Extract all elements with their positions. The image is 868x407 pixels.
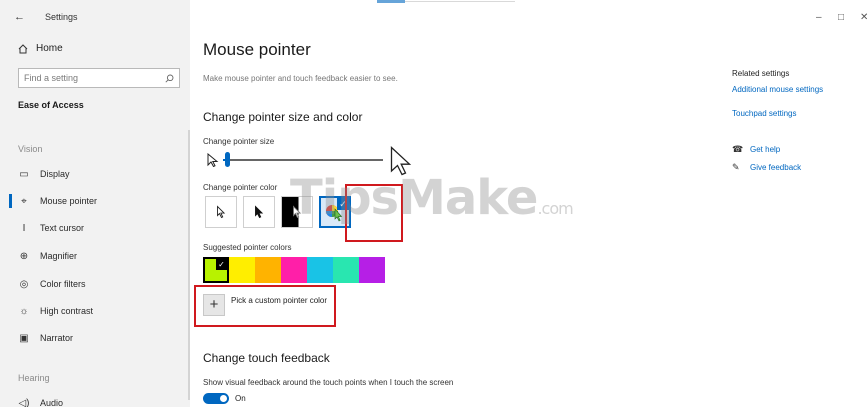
slider-track (223, 159, 383, 161)
section-heading-touch: Change touch feedback (203, 351, 330, 365)
sidebar-item-label: Narrator (40, 333, 74, 343)
high-contrast-icon: ☼ (19, 305, 29, 317)
touch-feedback-description: Show visual feedback around the touch po… (203, 378, 454, 387)
link-additional-mouse-settings[interactable]: Additional mouse settings (732, 85, 823, 94)
pointer-color-white[interactable] (205, 196, 237, 228)
watermark-brand: TipsMake (290, 170, 538, 226)
back-arrow-icon[interactable]: ← (14, 11, 25, 23)
sidebar-item-audio[interactable]: ◁) Audio (18, 395, 63, 407)
touch-feedback-toggle-row: On (203, 393, 246, 404)
sidebar-item-label: Mouse pointer (40, 196, 98, 206)
sidebar-item-home[interactable]: Home (18, 43, 63, 54)
color-swatch[interactable] (229, 257, 255, 283)
sidebar-item-high-contrast[interactable]: ☼ High contrast (18, 303, 93, 319)
small-pointer-icon (207, 153, 219, 167)
window-title: Settings (45, 12, 78, 22)
toggle-knob (220, 395, 227, 402)
suggested-color-swatches: ✓ (203, 257, 385, 283)
pointer-color-black[interactable] (243, 196, 275, 228)
top-accent-bar (377, 0, 405, 3)
white-pointer-icon (217, 205, 226, 219)
color-swatch[interactable] (359, 257, 385, 283)
black-pointer-icon (255, 205, 264, 219)
title-bar: ← Settings (14, 9, 78, 25)
magnifier-icon: ⊕ (19, 250, 29, 262)
related-settings-title: Related settings (732, 69, 790, 78)
sidebar-item-label: Color filters (40, 279, 86, 289)
section-heading-size-color: Change pointer size and color (203, 110, 363, 124)
sidebar-item-narrator[interactable]: ▣ Narrator (18, 330, 73, 346)
page-title: Mouse pointer (203, 40, 311, 59)
sidebar-item-color-filters[interactable]: ◎ Color filters (18, 276, 86, 292)
minimize-button[interactable]: – (816, 12, 822, 23)
narrator-icon: ▣ (19, 332, 29, 344)
sidebar-item-display[interactable]: ▭ Display (18, 166, 70, 182)
sidebar-item-mouse-pointer[interactable]: ⌖ Mouse pointer (8, 193, 98, 209)
get-help-link[interactable]: ☎ Get help (732, 144, 780, 155)
panel-divider (188, 130, 190, 400)
sidebar-item-magnifier[interactable]: ⊕ Magnifier (18, 248, 77, 264)
color-swatch[interactable] (281, 257, 307, 283)
give-feedback-label: Give feedback (750, 163, 802, 172)
feedback-icon: ✎ (732, 162, 740, 172)
pointer-size-slider[interactable] (207, 152, 387, 168)
sidebar-item-label: Audio (40, 398, 64, 407)
search-icon (165, 74, 174, 83)
color-filters-icon: ◎ (19, 278, 29, 290)
color-swatch[interactable] (307, 257, 333, 283)
suggested-colors-label: Suggested pointer colors (203, 243, 292, 252)
give-feedback-link[interactable]: ✎ Give feedback (732, 162, 801, 173)
watermark-suffix: .com (537, 199, 573, 218)
search-placeholder: Find a setting (24, 73, 79, 83)
section-title: Ease of Access (18, 100, 84, 110)
color-swatch[interactable] (255, 257, 281, 283)
sidebar-item-label: Magnifier (40, 251, 78, 261)
sidebar-item-label: Display (40, 169, 70, 179)
home-icon (18, 43, 28, 53)
top-divider (405, 1, 515, 2)
sidebar-item-label: Home (36, 43, 63, 54)
slider-thumb[interactable] (225, 152, 230, 167)
selected-check-icon: ✓ (216, 259, 227, 270)
mouse-pointer-icon: ⌖ (21, 195, 27, 207)
link-touchpad-settings[interactable]: Touchpad settings (732, 109, 797, 118)
sidebar-item-label: High contrast (40, 306, 94, 316)
pointer-color-label: Change pointer color (203, 183, 278, 192)
get-help-label: Get help (750, 145, 781, 154)
color-swatch[interactable] (333, 257, 359, 283)
touch-feedback-toggle[interactable] (203, 393, 229, 404)
text-cursor-icon: I (22, 222, 26, 234)
audio-icon: ◁) (18, 397, 30, 407)
toggle-state-label: On (235, 394, 246, 403)
highlight-box-pick-color (194, 285, 336, 327)
watermark-logo: TipsMake.com (290, 170, 574, 226)
search-input[interactable]: Find a setting (18, 68, 180, 88)
group-label-hearing: Hearing (18, 373, 50, 383)
sidebar: ← Settings Home Find a setting Ease of A… (0, 0, 190, 407)
sidebar-item-text-cursor[interactable]: I Text cursor (18, 220, 84, 236)
group-label-vision: Vision (18, 144, 43, 154)
pointer-size-label: Change pointer size (203, 137, 275, 146)
page-subtitle: Make mouse pointer and touch feedback ea… (203, 74, 398, 83)
monitor-icon: ▭ (19, 168, 29, 180)
color-swatch[interactable]: ✓ (203, 257, 229, 283)
help-chat-icon: ☎ (732, 144, 744, 154)
maximize-button[interactable]: □ (838, 12, 844, 23)
close-button[interactable]: ✕ (860, 12, 868, 23)
sidebar-item-label: Text cursor (40, 223, 85, 233)
